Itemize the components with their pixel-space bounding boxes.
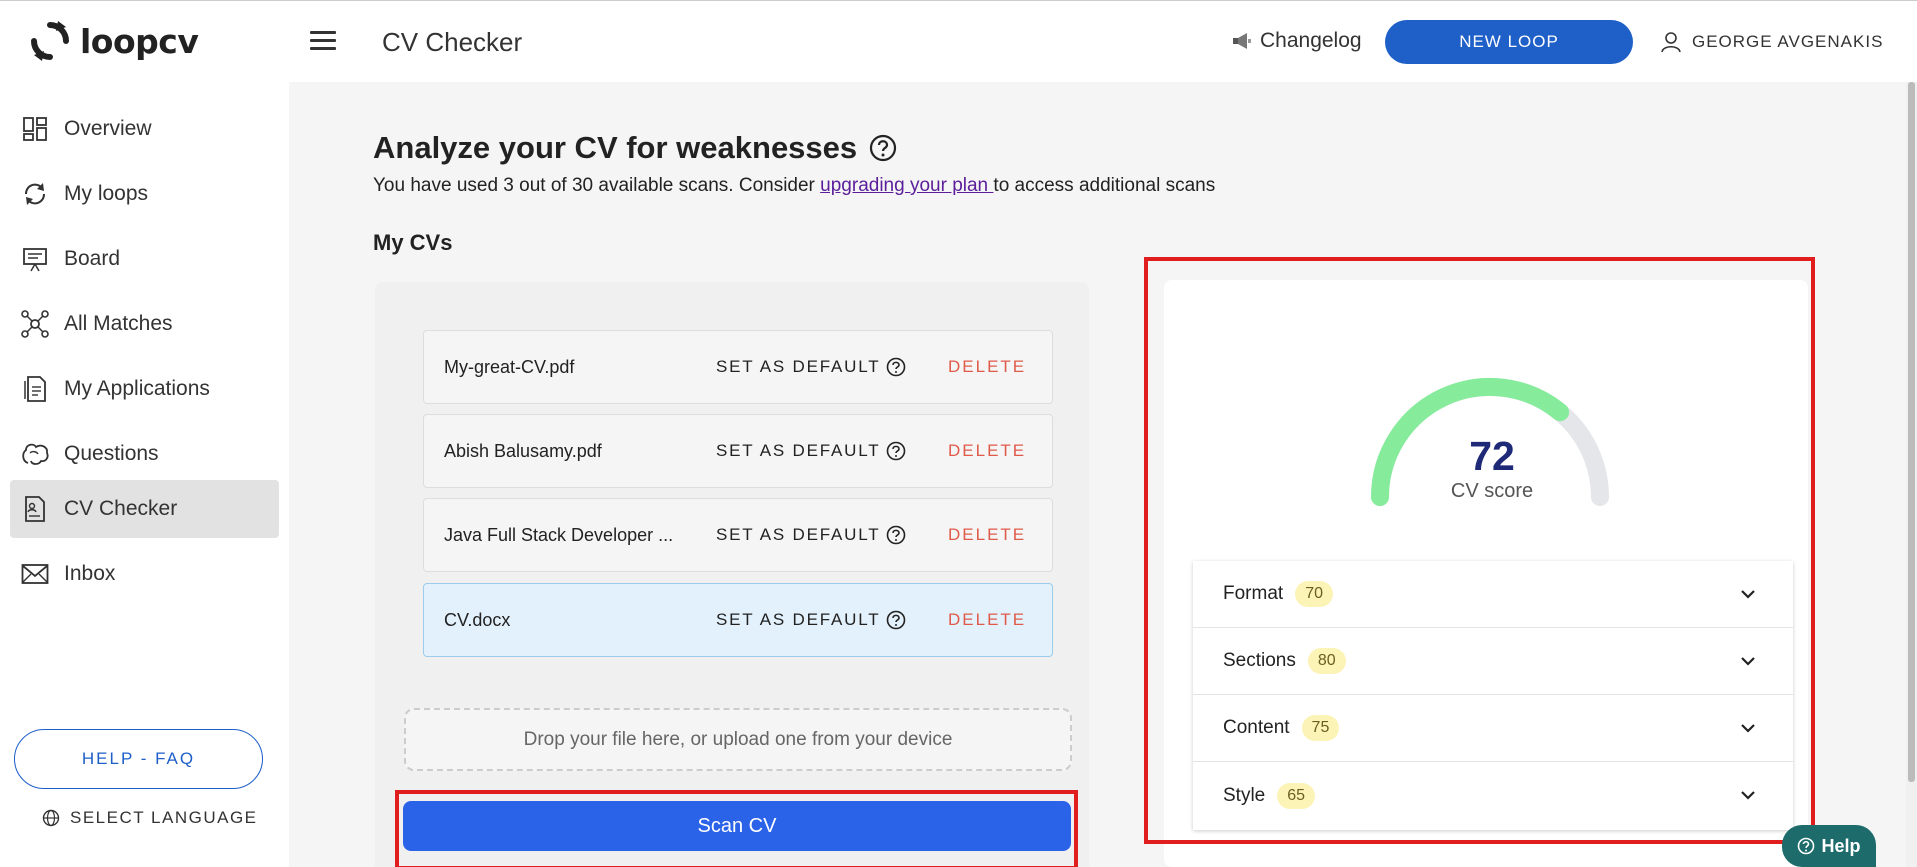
delete-button[interactable]: DELETE <box>948 610 1026 630</box>
questions-icon <box>20 439 50 469</box>
sidebar-item-all-matches[interactable]: All Matches <box>10 295 279 353</box>
metric-row-format[interactable]: Format 70 <box>1193 561 1793 628</box>
help-circle-icon[interactable] <box>886 441 906 461</box>
scan-cv-button[interactable]: Scan CV <box>403 801 1071 851</box>
cv-file-name: Java Full Stack Developer ... <box>444 525 674 545</box>
chevron-down-icon[interactable] <box>1739 585 1757 603</box>
globe-icon <box>42 809 60 827</box>
help-faq-button[interactable]: HELP - FAQ <box>14 729 263 789</box>
analyze-title-text: Analyze your CV for weaknesses <box>373 130 858 165</box>
metric-name: Content <box>1223 717 1290 738</box>
page-title: CV Checker <box>382 27 523 57</box>
sidebar-item-label: Board <box>64 247 121 270</box>
score-breakdown-list: Format 70 Sections 80 Content 75 Style 6… <box>1193 561 1793 830</box>
help-circle-icon[interactable] <box>886 525 906 545</box>
sidebar: Overview My loops Board All Matches My A… <box>0 82 289 867</box>
inbox-icon <box>20 559 50 589</box>
set-default-button[interactable]: SET AS DEFAULT <box>716 525 906 545</box>
sidebar-item-inbox[interactable]: Inbox <box>10 545 279 603</box>
help-circle-icon[interactable] <box>886 610 906 630</box>
chevron-down-icon[interactable] <box>1739 719 1757 737</box>
loops-icon <box>20 179 50 209</box>
metric-row-content[interactable]: Content 75 <box>1193 695 1793 762</box>
cv-list-item[interactable]: Java Full Stack Developer ... SET AS DEF… <box>423 498 1053 572</box>
set-default-button[interactable]: SET AS DEFAULT <box>716 357 906 377</box>
sidebar-item-my-applications[interactable]: My Applications <box>10 360 279 418</box>
set-default-label: SET AS DEFAULT <box>716 525 881 544</box>
metric-score-badge: 75 <box>1301 715 1340 741</box>
sidebar-item-my-loops[interactable]: My loops <box>10 165 279 223</box>
metric-row-style[interactable]: Style 65 <box>1193 762 1793 829</box>
metric-score-badge: 80 <box>1307 648 1346 674</box>
cv-file-name: Abish Balusamy.pdf <box>444 441 602 461</box>
set-default-label: SET AS DEFAULT <box>716 610 881 629</box>
sidebar-item-label: My Applications <box>64 377 210 400</box>
applications-icon <box>20 374 50 404</box>
user-name: GEORGE AVGENAKIS <box>1692 32 1884 51</box>
set-default-button[interactable]: SET AS DEFAULT <box>716 610 906 630</box>
sidebar-item-overview[interactable]: Overview <box>10 100 279 158</box>
file-dropzone[interactable]: Drop your file here, or upload one from … <box>404 708 1072 771</box>
cv-file-name: My-great-CV.pdf <box>444 357 575 377</box>
cv-list-item[interactable]: My-great-CV.pdf SET AS DEFAULT DELETE <box>423 330 1053 404</box>
metric-row-sections[interactable]: Sections 80 <box>1193 628 1793 695</box>
changelog-label: Changelog <box>1260 29 1362 52</box>
scans-usage-text: You have used 3 out of 30 available scan… <box>373 175 1215 197</box>
sidebar-item-cv-checker[interactable]: CV Checker <box>10 480 279 538</box>
sidebar-item-questions[interactable]: Questions <box>10 425 279 483</box>
help-chat-button[interactable]: Help <box>1782 825 1876 867</box>
cv-list-item[interactable]: Abish Balusamy.pdf SET AS DEFAULT DELETE <box>423 414 1053 488</box>
upgrade-plan-link[interactable]: upgrading your plan <box>820 175 993 196</box>
new-loop-button[interactable]: NEW LOOP <box>1385 20 1633 64</box>
delete-button[interactable]: DELETE <box>948 357 1026 377</box>
set-default-label: SET AS DEFAULT <box>716 357 881 376</box>
changelog-link[interactable]: Changelog <box>1232 29 1362 53</box>
menu-toggle-icon[interactable] <box>310 31 336 51</box>
sidebar-item-label: Inbox <box>64 562 116 585</box>
help-circle-icon <box>1798 837 1815 855</box>
cv-list-item-selected[interactable]: CV.docx SET AS DEFAULT DELETE <box>423 583 1053 657</box>
matches-icon <box>20 309 50 339</box>
scans-usage-before: You have used 3 out of 30 available scan… <box>373 175 821 196</box>
page-scrollbar-thumb[interactable] <box>1908 82 1915 782</box>
delete-button[interactable]: DELETE <box>948 525 1026 545</box>
select-language-label: SELECT LANGUAGE <box>70 808 258 827</box>
help-circle-icon[interactable] <box>869 134 897 162</box>
help-circle-icon[interactable] <box>886 357 906 377</box>
scans-usage-after: to access additional scans <box>993 175 1216 196</box>
user-menu[interactable]: GEORGE AVGENAKIS <box>1660 31 1883 53</box>
chevron-down-icon[interactable] <box>1739 786 1757 804</box>
logo[interactable]: loopcv <box>28 19 199 63</box>
sidebar-item-label: My loops <box>64 182 149 205</box>
my-cvs-title: My CVs <box>373 230 453 255</box>
analyze-title: Analyze your CV for weaknesses <box>373 130 897 166</box>
metric-score-badge: 65 <box>1277 782 1316 809</box>
megaphone-icon <box>1233 33 1251 49</box>
overview-icon <box>20 114 50 144</box>
set-default-label: SET AS DEFAULT <box>716 441 881 460</box>
help-chip-label: Help <box>1821 835 1861 856</box>
select-language-button[interactable]: SELECT LANGUAGE <box>42 808 258 828</box>
metric-name: Style <box>1223 784 1266 806</box>
logo-text: loopcv <box>80 21 199 61</box>
sidebar-item-label: All Matches <box>64 312 173 335</box>
sidebar-item-label: CV Checker <box>64 497 178 520</box>
sidebar-item-label: Questions <box>64 442 159 465</box>
top-header: loopcv CV Checker Changelog NEW LOOP GEO… <box>0 0 1917 82</box>
cv-checker-icon <box>20 494 50 524</box>
metric-name: Format <box>1223 583 1284 604</box>
cv-file-name: CV.docx <box>444 610 511 630</box>
user-icon <box>1661 32 1681 53</box>
board-icon <box>20 244 50 274</box>
sidebar-item-board[interactable]: Board <box>10 230 279 288</box>
chevron-down-icon[interactable] <box>1739 652 1757 670</box>
delete-button[interactable]: DELETE <box>948 441 1026 461</box>
loopcv-logo-icon <box>31 21 69 61</box>
cv-score-label: CV score <box>1450 480 1534 502</box>
sidebar-item-label: Overview <box>64 117 152 140</box>
set-default-button[interactable]: SET AS DEFAULT <box>716 441 906 461</box>
metric-score-badge: 70 <box>1295 581 1333 607</box>
metric-name: Sections <box>1223 650 1296 671</box>
cv-score-value: 72 <box>1469 433 1515 479</box>
